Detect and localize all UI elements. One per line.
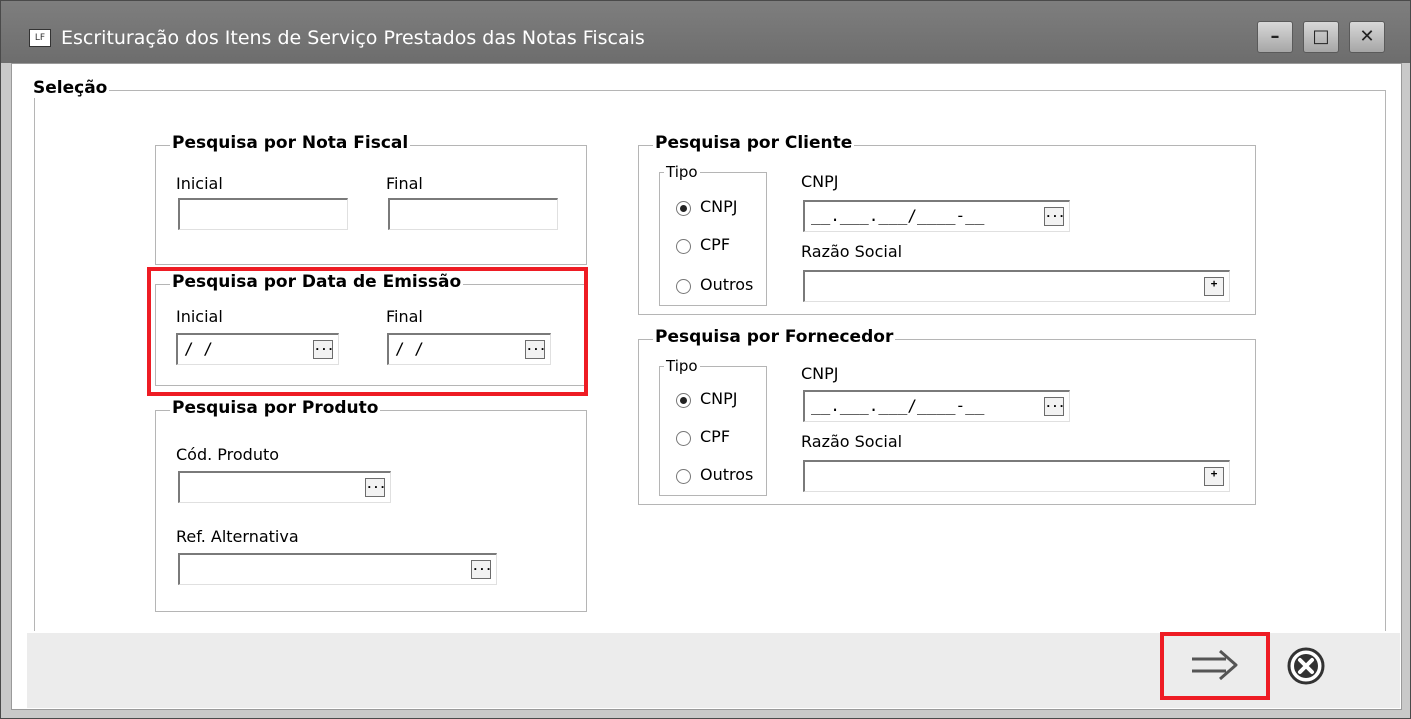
cliente-cnpj-value: __.___.___/____-__ xyxy=(811,206,985,225)
cliente-razao-label: Razão Social xyxy=(801,242,903,261)
cod-produto-input[interactable]: ... xyxy=(178,471,391,503)
fornecedor-cnpj-value: __.___.___/____-__ xyxy=(811,396,985,415)
fornecedor-cnpj-label: CNPJ xyxy=(801,364,839,383)
fornecedor-tipo-group: Tipo CNPJ CPF Outros xyxy=(659,357,767,496)
cod-produto-label: Cód. Produto xyxy=(176,445,280,464)
nota-fiscal-title: Pesquisa por Nota Fiscal xyxy=(170,133,411,153)
minimize-button[interactable]: – xyxy=(1257,21,1293,53)
cliente-radio-cpf[interactable] xyxy=(676,239,691,254)
produto-group: Pesquisa por Produto Cód. Produto ... Re… xyxy=(155,398,587,612)
nota-fiscal-group: Pesquisa por Nota Fiscal Inicial Final xyxy=(155,133,587,265)
cliente-cpf-option-label: CPF xyxy=(700,235,731,254)
fornecedor-radio-cnpj[interactable] xyxy=(676,393,691,408)
maximize-icon: □ xyxy=(1312,26,1330,47)
nf-inicial-label: Inicial xyxy=(176,174,223,193)
close-button[interactable]: ✕ xyxy=(1349,21,1385,53)
fornecedor-razao-input[interactable]: + xyxy=(803,460,1230,492)
data-emissao-highlight xyxy=(147,267,588,396)
cliente-group: Pesquisa por Cliente Tipo CNPJ CPF Outro… xyxy=(638,133,1256,315)
cliente-cnpj-search-button[interactable]: ... xyxy=(1044,207,1065,226)
minimize-icon: – xyxy=(1270,26,1280,47)
next-button-highlight xyxy=(1160,632,1270,700)
fornecedor-radio-outros[interactable] xyxy=(676,469,691,484)
cliente-cnpj-label: CNPJ xyxy=(801,172,839,191)
fornecedor-cnpj-search-button[interactable]: ... xyxy=(1044,397,1065,416)
cliente-tipo-group: Tipo CNPJ CPF Outros xyxy=(659,163,767,306)
cliente-cnpj-option-label: CNPJ xyxy=(700,197,738,216)
ref-alternativa-input[interactable]: ... xyxy=(178,553,497,585)
ref-alternativa-label: Ref. Alternativa xyxy=(176,527,299,546)
nf-final-label: Final xyxy=(386,174,423,193)
cliente-razao-add-button[interactable]: + xyxy=(1204,277,1224,296)
app-icon: LF xyxy=(29,29,51,47)
cancel-button[interactable] xyxy=(1281,643,1331,693)
fornecedor-group: Pesquisa por Fornecedor Tipo CNPJ CPF Ou… xyxy=(638,327,1256,505)
cod-produto-search-button[interactable]: ... xyxy=(365,478,386,497)
title-bar[interactable]: LF Escrituração dos Itens de Serviço Pre… xyxy=(1,1,1410,63)
fornecedor-cnpj-option-label: CNPJ xyxy=(700,389,738,408)
cliente-radio-cnpj[interactable] xyxy=(676,201,691,216)
main-window: LF Escrituração dos Itens de Serviço Pre… xyxy=(0,0,1411,719)
selecao-title: Seleção xyxy=(31,78,110,98)
fornecedor-razao-label: Razão Social xyxy=(801,432,903,451)
cancel-icon xyxy=(1287,647,1325,685)
cliente-title: Pesquisa por Cliente xyxy=(653,133,855,153)
fornecedor-tipo-label: Tipo xyxy=(664,357,700,375)
fornecedor-cnpj-input[interactable]: __.___.___/____-__ ... xyxy=(803,390,1070,422)
cliente-razao-input[interactable]: + xyxy=(803,270,1230,302)
produto-title: Pesquisa por Produto xyxy=(170,398,381,418)
fornecedor-cpf-option-label: CPF xyxy=(700,427,731,446)
fornecedor-title: Pesquisa por Fornecedor xyxy=(653,327,896,347)
cliente-cnpj-input[interactable]: __.___.___/____-__ ... xyxy=(803,200,1070,232)
fornecedor-radio-cpf[interactable] xyxy=(676,431,691,446)
close-icon: ✕ xyxy=(1359,26,1375,47)
content-area: Seleção Pesquisa por Nota Fiscal Inicial… xyxy=(11,63,1402,710)
cliente-tipo-label: Tipo xyxy=(664,163,700,181)
cliente-radio-outros[interactable] xyxy=(676,279,691,294)
ref-alternativa-search-button[interactable]: ... xyxy=(471,560,492,579)
window-title: Escrituração dos Itens de Serviço Presta… xyxy=(61,27,645,49)
fornecedor-outros-option-label: Outros xyxy=(700,465,754,484)
nf-inicial-input[interactable] xyxy=(178,198,348,230)
fornecedor-razao-add-button[interactable]: + xyxy=(1204,467,1224,486)
cliente-outros-option-label: Outros xyxy=(700,275,754,294)
nf-final-input[interactable] xyxy=(388,198,558,230)
maximize-button[interactable]: □ xyxy=(1303,21,1339,53)
